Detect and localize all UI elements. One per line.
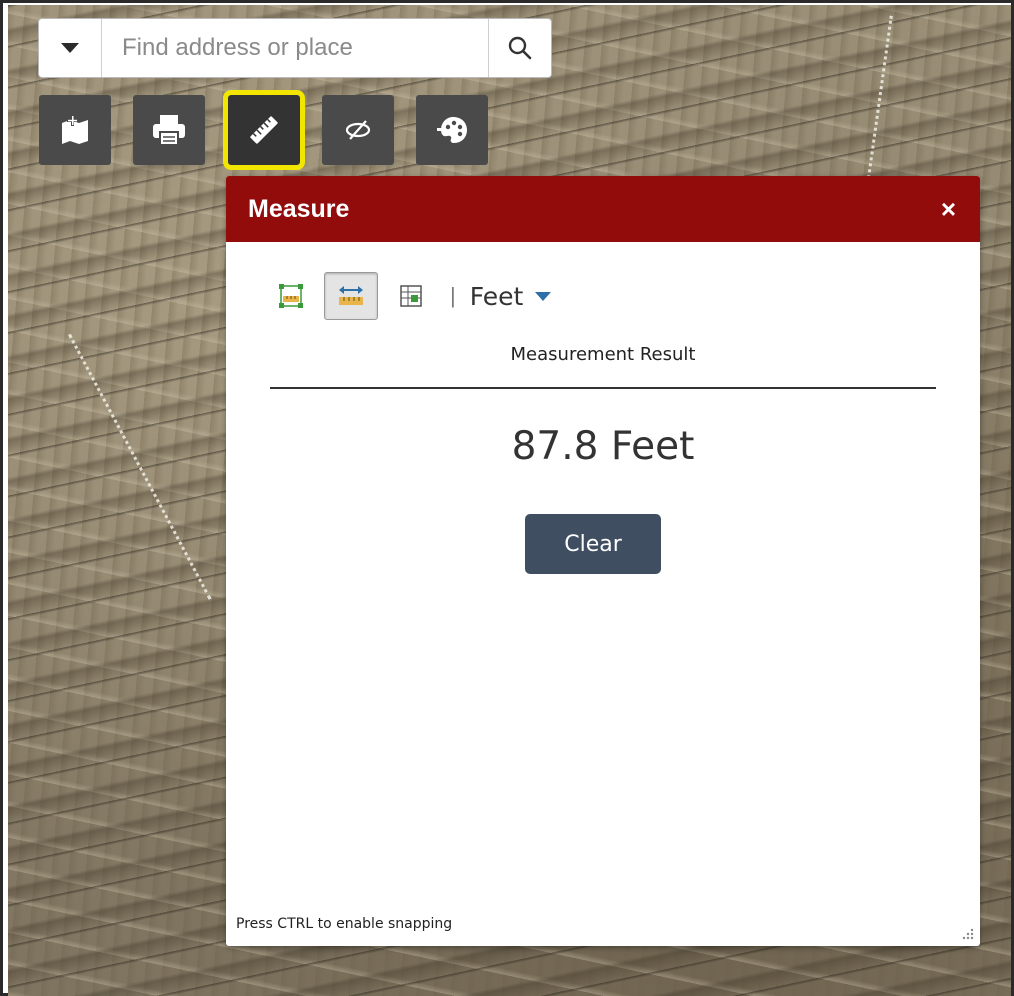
search-source-dropdown[interactable] [39, 19, 102, 77]
ruler-icon [250, 116, 278, 144]
measurement-result-value: 87.8 Feet [511, 424, 695, 469]
measure-panel: Measure × | Feet Measurement Result 87.8… [226, 176, 980, 946]
distance-tool-button[interactable] [324, 272, 378, 320]
visibility-toggle-button[interactable] [322, 95, 394, 165]
search-icon [508, 36, 532, 60]
caret-down-icon [61, 43, 79, 53]
panel-header: Measure × [226, 176, 980, 242]
location-grid-icon [400, 285, 422, 307]
resize-grip-icon[interactable] [960, 926, 974, 940]
caret-down-icon [535, 291, 552, 301]
map-trail [68, 333, 212, 600]
search-input[interactable] [102, 19, 488, 77]
basemap-button[interactable] [416, 95, 488, 165]
printer-icon [153, 115, 185, 146]
map-trail [866, 15, 893, 185]
search-widget [38, 18, 552, 78]
panel-title: Measure [248, 194, 350, 223]
distance-ruler-icon [339, 286, 363, 305]
area-ruler-icon [279, 284, 303, 308]
measurement-result-label: Measurement Result [510, 344, 696, 365]
eye-slash-icon [345, 120, 371, 140]
separator: | [450, 283, 456, 308]
area-tool-button[interactable] [264, 272, 318, 320]
palette-icon [437, 117, 467, 143]
search-button[interactable] [488, 19, 551, 77]
unit-dropdown[interactable]: Feet [470, 282, 552, 311]
add-data-button[interactable] [39, 95, 111, 165]
location-tool-button[interactable] [384, 272, 438, 320]
measure-tool-button[interactable] [223, 90, 305, 170]
snapping-hint: Press CTRL to enable snapping [236, 916, 453, 932]
close-button[interactable]: × [941, 196, 956, 222]
measure-tools: | Feet [264, 272, 552, 320]
map-plus-icon [62, 115, 88, 144]
clear-button[interactable]: Clear [525, 514, 661, 574]
print-button[interactable] [133, 95, 205, 165]
unit-label: Feet [469, 281, 524, 311]
divider [270, 387, 936, 389]
